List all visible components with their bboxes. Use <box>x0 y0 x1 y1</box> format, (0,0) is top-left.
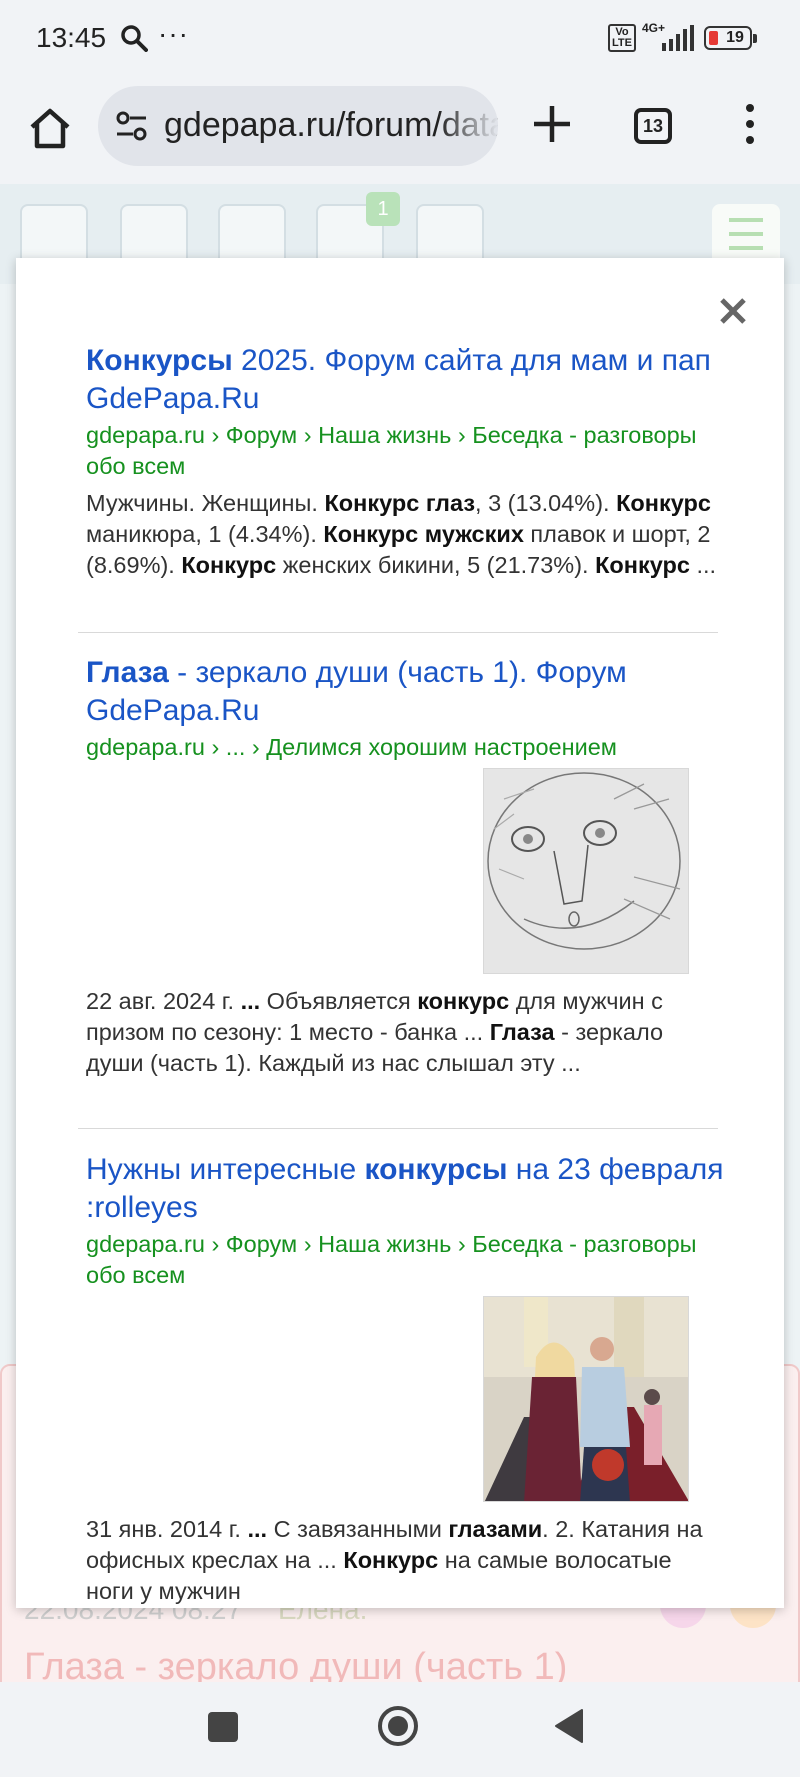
result-thumbnail-photo[interactable] <box>483 1296 689 1502</box>
close-icon[interactable] <box>714 292 752 330</box>
result-title[interactable]: Конкурсы 2025. Форум сайта для мам и пап… <box>86 342 724 418</box>
result-divider <box>78 632 718 633</box>
result-snippet: 22 авг. 2024 г. ... Объявляется конкурс … <box>86 988 664 1076</box>
more-vert-icon[interactable] <box>740 104 760 152</box>
result-snippet: 31 янв. 2014 г. ... С завязанными глазам… <box>86 1516 703 1604</box>
result-title[interactable]: Глаза - зеркало души (часть 1). Форум Gd… <box>86 654 724 730</box>
plus-icon[interactable] <box>528 100 576 148</box>
tune-icon[interactable] <box>114 108 150 144</box>
back-triangle-icon[interactable] <box>552 1706 586 1746</box>
status-bar: 13:45 ··· Vo LTE 4G+ 19 <box>0 0 800 80</box>
home-icon[interactable] <box>22 100 78 156</box>
status-overflow: ··· <box>158 18 189 49</box>
address-bar[interactable]: gdepapa.ru/forum/data <box>98 86 498 166</box>
search-result-snippet-wrap: 31 янв. 2014 г. ... С завязанными глазам… <box>86 1508 724 1607</box>
signal-icon: 4G+ <box>642 21 696 51</box>
result-breadcrumb[interactable]: gdepapa.ru › Форум › Наша жизнь › Беседк… <box>86 1229 724 1291</box>
search-result: Глаза - зеркало души (часть 1). Форум Gd… <box>86 654 724 763</box>
result-divider <box>78 1128 718 1129</box>
result-title[interactable]: Нужны интересные конкурсы на 23 февраля … <box>86 1151 724 1227</box>
result-breadcrumb[interactable]: gdepapa.ru › ... › Делимся хорошим настр… <box>86 732 724 763</box>
status-right-icons: Vo LTE 4G+ 19 <box>608 21 757 52</box>
search-result-snippet-wrap: 22 авг. 2024 г. ... Объявляется конкурс … <box>86 980 724 1079</box>
search-result: Нужны интересные конкурсы на 23 февраля … <box>86 1151 724 1291</box>
home-circle-icon[interactable] <box>376 1704 420 1748</box>
recents-square-icon[interactable] <box>208 1712 238 1742</box>
mail-badge: 1 <box>366 192 400 226</box>
tabs-icon[interactable]: 13 <box>634 108 672 144</box>
result-snippet: Мужчины. Женщины. Конкурс глаз, 3 (13.04… <box>86 490 717 578</box>
search-icon <box>121 25 148 52</box>
battery-level: 19 <box>726 29 744 46</box>
status-time: 13:45 <box>36 22 107 53</box>
volte-icon: Vo LTE <box>608 24 636 52</box>
browser-toolbar: gdepapa.ru/forum/data 13 <box>0 80 800 184</box>
search-results-popup: Конкурсы 2025. Форум сайта для мам и пап… <box>16 258 784 1608</box>
result-breadcrumb[interactable]: gdepapa.ru › Форум › Наша жизнь › Беседк… <box>86 420 724 482</box>
search-result: Конкурсы 2025. Форум сайта для мам и пап… <box>86 342 724 581</box>
battery-icon: 19 <box>704 26 757 50</box>
system-nav-bar <box>0 1682 800 1777</box>
result-thumbnail-drawing[interactable] <box>483 768 689 974</box>
